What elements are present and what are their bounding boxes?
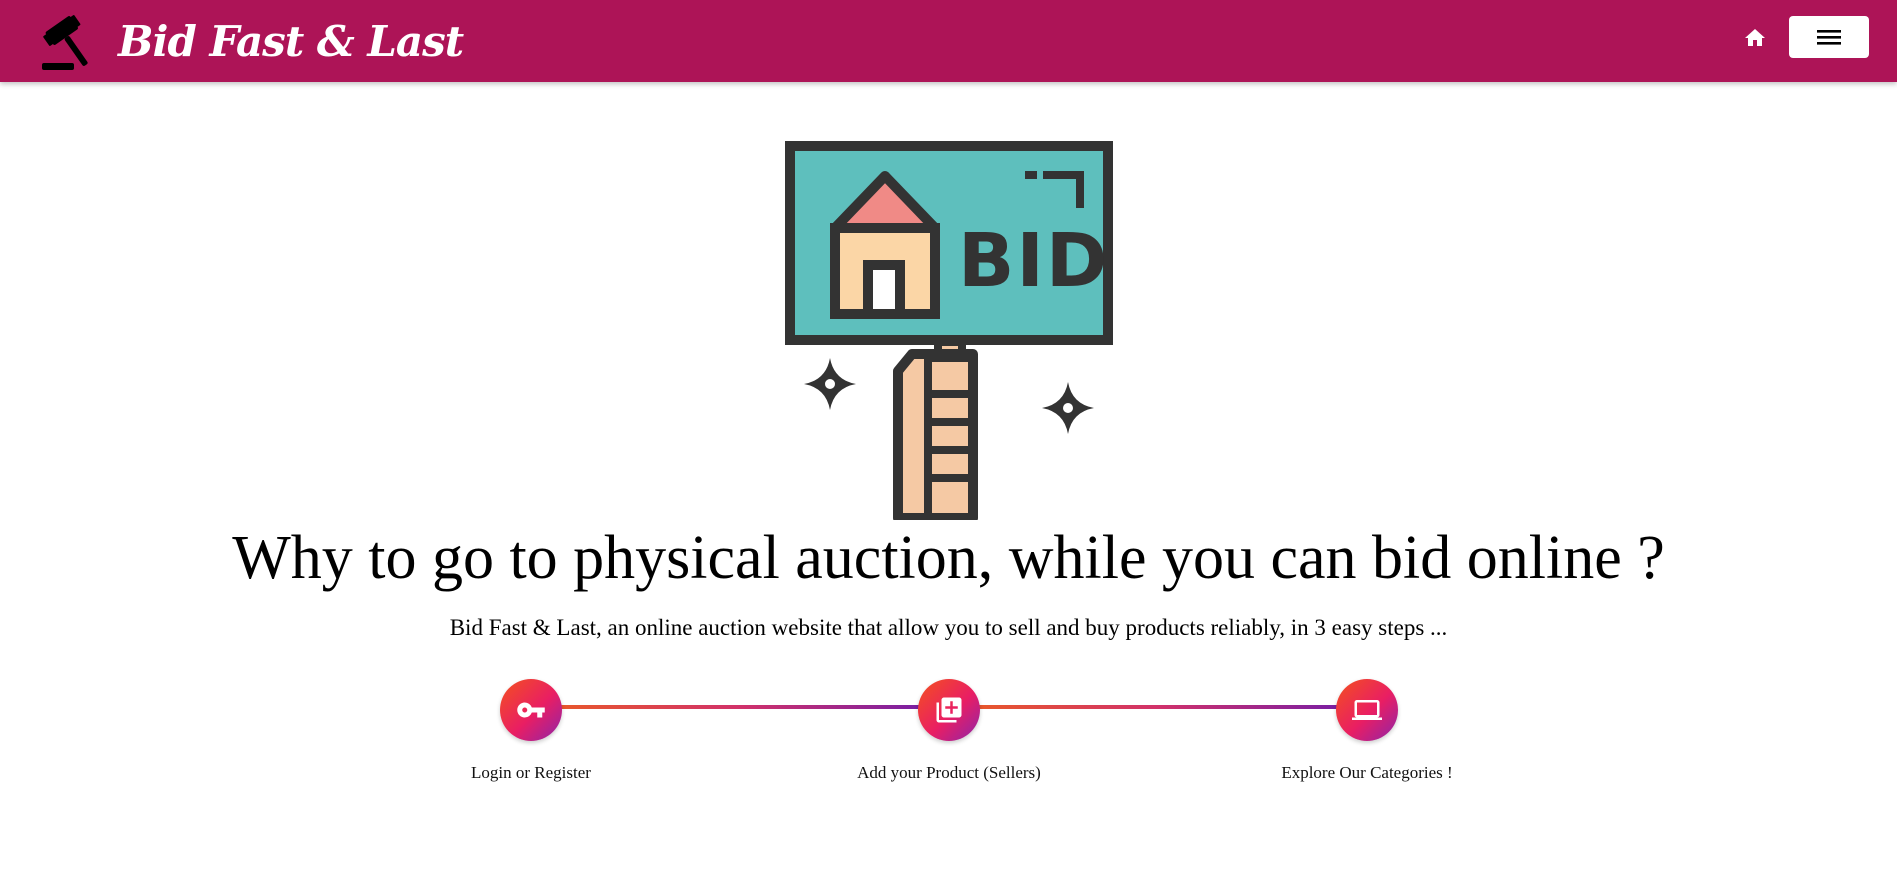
home-button[interactable]: [1740, 23, 1770, 53]
brand-name: Bid Fast & Last: [118, 16, 464, 66]
step-connector-2: [979, 705, 1337, 709]
menu-toggle-button[interactable]: [1789, 16, 1869, 58]
hamburger-menu-icon: [1817, 30, 1841, 45]
laptop-icon: [1352, 700, 1382, 720]
hero-headline: Why to go to physical auction, while you…: [232, 524, 1665, 592]
step-connector-1: [561, 705, 919, 709]
brand-link[interactable]: Bid Fast & Last: [40, 6, 464, 76]
bid-sign-illustration: BID: [785, 141, 1113, 520]
step-login-label: Login or Register: [471, 763, 591, 782]
step-add-product-label: Add your Product (Sellers): [857, 763, 1041, 782]
add-box-icon: [936, 697, 962, 723]
key-icon: [517, 702, 545, 718]
sign-bid-text: BID: [958, 218, 1109, 304]
step-login-button[interactable]: [500, 679, 562, 741]
home-icon: [1745, 29, 1765, 46]
gavel-icon: [42, 15, 88, 70]
step-explore-button[interactable]: [1336, 679, 1398, 741]
step-explore-label: Explore Our Categories !: [1281, 763, 1453, 782]
hero-subheadline: Bid Fast & Last, an online auction websi…: [449, 615, 1448, 640]
top-navbar: Bid Fast & Last: [0, 0, 1897, 82]
step-add-product-button[interactable]: [918, 679, 980, 741]
